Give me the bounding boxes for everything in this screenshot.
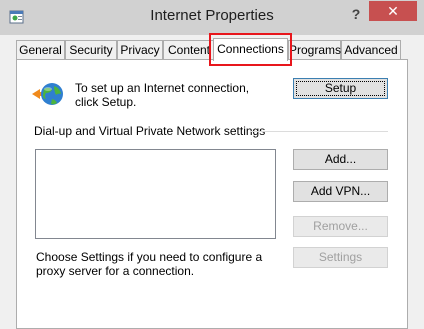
tab-privacy[interactable]: Privacy	[117, 40, 163, 60]
setup-instructions: To set up an Internet connection, click …	[75, 81, 250, 109]
help-button[interactable]: ?	[346, 5, 366, 23]
tab-advanced[interactable]: Advanced	[341, 40, 401, 60]
settings-button[interactable]: Settings	[293, 247, 388, 268]
vpn-group-label: Dial-up and Virtual Private Network sett…	[34, 124, 266, 138]
tab-content[interactable]: Content	[163, 40, 215, 60]
add-button[interactable]: Add...	[293, 149, 388, 170]
tab-security[interactable]: Security	[65, 40, 117, 60]
setup-button[interactable]: Setup	[293, 78, 388, 99]
remove-button[interactable]: Remove...	[293, 216, 388, 237]
tab-general[interactable]: General	[16, 40, 65, 60]
proxy-instructions: Choose Settings if you need to configure…	[36, 250, 263, 278]
vpn-connection-list[interactable]	[35, 149, 276, 239]
highlight-box	[209, 33, 292, 66]
group-divider	[250, 131, 388, 132]
tab-programs[interactable]: Programs	[288, 40, 341, 60]
close-button[interactable]: ✕	[369, 1, 417, 21]
globe-connection-icon	[32, 83, 63, 105]
add-vpn-button[interactable]: Add VPN...	[293, 181, 388, 202]
title-bar: Internet Properties ? ✕	[0, 0, 424, 35]
